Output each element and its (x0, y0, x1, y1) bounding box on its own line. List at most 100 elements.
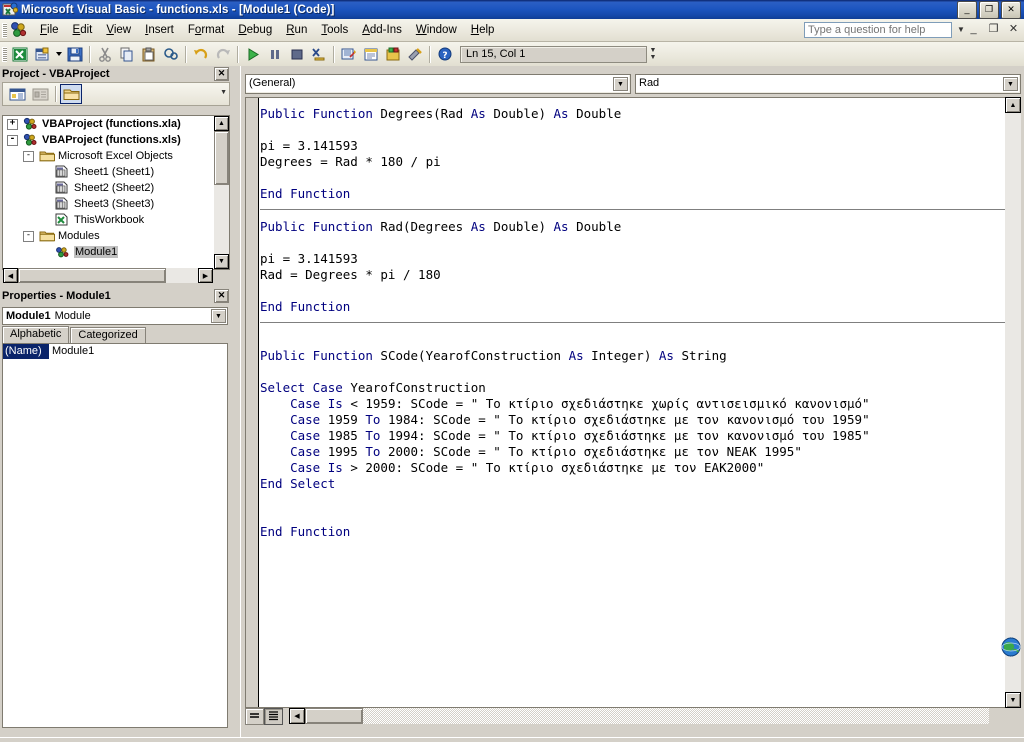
scroll-right-button[interactable]: ▶ (198, 268, 213, 283)
menu-item-add-ins[interactable]: Add-Ins (355, 21, 409, 40)
close-button[interactable]: ✕ (1001, 0, 1021, 19)
menu-item-run[interactable]: Run (279, 21, 314, 40)
code-line[interactable]: Case Is > 2000: SCode = " Το κτίριο σχεδ… (260, 460, 1005, 476)
view-code-icon[interactable] (6, 84, 28, 104)
code-line[interactable] (260, 492, 1005, 508)
menu-item-edit[interactable]: Edit (66, 21, 100, 40)
code-line[interactable]: End Select (260, 476, 1005, 492)
code-line[interactable] (260, 364, 1005, 380)
view-object-icon[interactable] (29, 84, 51, 104)
code-line[interactable]: Public Function SCode(YearofConstruction… (260, 348, 1005, 364)
code-line[interactable]: Public Function Rad(Degrees As Double) A… (260, 219, 1005, 235)
copy-icon[interactable] (116, 44, 138, 65)
tree-item[interactable]: - Modules (3, 228, 229, 244)
tree-item[interactable]: - Microsoft Excel Objects (3, 148, 229, 164)
procedure-view-icon[interactable] (245, 708, 264, 725)
help-icon[interactable]: ? (434, 44, 456, 65)
toolbox-icon[interactable] (404, 44, 426, 65)
properties-object-combo[interactable]: Module1 Module ▼ (2, 307, 228, 325)
save-icon[interactable] (64, 44, 86, 65)
hscroll-thumb[interactable] (18, 268, 166, 283)
menu-item-file[interactable]: File (33, 21, 66, 40)
code-line[interactable]: Public Function Degrees(Rad As Double) A… (260, 106, 1005, 122)
break-icon[interactable] (264, 44, 286, 65)
tree-item[interactable]: - VBAProject (functions.xls) (3, 132, 229, 148)
tree-item[interactable]: Sheet2 (Sheet2) (3, 180, 229, 196)
mdi-minimize-button[interactable]: _ (967, 23, 980, 35)
code-scroll-down-button[interactable]: ▼ (1005, 692, 1021, 708)
procedure-combobox[interactable]: Rad ▼ (635, 74, 1021, 94)
redo-icon[interactable] (212, 44, 234, 65)
scroll-left-button[interactable]: ◀ (3, 268, 18, 283)
expand-icon[interactable]: + (7, 118, 18, 130)
tree-item[interactable]: + VBAProject (functions.xla) (3, 116, 229, 132)
code-text[interactable]: Public Function Degrees(Rad As Double) A… (260, 98, 1005, 707)
full-module-view-icon[interactable] (264, 708, 283, 725)
code-line[interactable]: Case 1985 To 1994: SCode = " Το κτίριο σ… (260, 428, 1005, 444)
code-vertical-scrollbar[interactable]: ▲ ▼ (1005, 97, 1021, 708)
tree-item[interactable]: Sheet3 (Sheet3) (3, 196, 229, 212)
view-excel-icon[interactable] (9, 44, 31, 65)
cut-icon[interactable] (94, 44, 116, 65)
project-tree-vertical-scrollbar[interactable]: ▲ ▼ (214, 116, 229, 269)
code-line[interactable]: End Function (260, 186, 1005, 202)
code-line[interactable] (260, 508, 1005, 524)
code-hscroll-thumb[interactable] (305, 708, 363, 724)
paste-icon[interactable] (138, 44, 160, 65)
tab-categorized[interactable]: Categorized (70, 327, 146, 343)
code-line[interactable] (260, 122, 1005, 138)
properties-close-icon[interactable]: ✕ (214, 288, 229, 303)
insert-dropdown-arrow[interactable] (53, 44, 64, 65)
object-combobox[interactable]: (General) ▼ (245, 74, 631, 94)
toggle-folders-icon[interactable] (60, 84, 82, 104)
menu-item-debug[interactable]: Debug (231, 21, 279, 40)
code-line[interactable] (260, 235, 1005, 251)
project-tree-horizontal-scrollbar[interactable]: ◀ ▶ (3, 268, 213, 283)
code-vscroll-track[interactable] (1005, 113, 1021, 692)
tree-item[interactable]: Module1 (3, 244, 229, 260)
menu-item-tools[interactable]: Tools (314, 21, 355, 40)
code-horizontal-scrollbar[interactable]: ◀ (289, 708, 989, 724)
help-dropdown-arrow[interactable]: ▼ (955, 24, 967, 36)
properties-window-icon[interactable] (360, 44, 382, 65)
menu-item-view[interactable]: View (99, 21, 138, 40)
property-value[interactable]: Module1 (49, 344, 227, 359)
code-line[interactable] (260, 332, 1005, 348)
design-mode-icon[interactable] (308, 44, 330, 65)
menu-item-window[interactable]: Window (409, 21, 464, 40)
code-line[interactable]: Case 1995 To 2000: SCode = " Το κτίριο σ… (260, 444, 1005, 460)
project-toolbar-overflow-button[interactable]: ▼ (220, 89, 227, 96)
code-line[interactable]: Rad = Degrees * pi / 180 (260, 267, 1005, 283)
collapse-icon[interactable]: - (7, 134, 18, 146)
insert-userform-icon[interactable] (31, 44, 53, 65)
property-row[interactable]: (Name) Module1 (3, 344, 227, 360)
code-line[interactable]: Case 1959 To 1984: SCode = " Το κτίριο σ… (260, 412, 1005, 428)
tree-item[interactable]: ThisWorkbook (3, 212, 229, 228)
code-scroll-up-button[interactable]: ▲ (1005, 97, 1021, 113)
project-explorer-icon[interactable] (338, 44, 360, 65)
scroll-up-button[interactable]: ▲ (214, 116, 229, 131)
code-margin-indicator-bar[interactable] (246, 98, 259, 707)
find-icon[interactable] (160, 44, 182, 65)
procedure-combobox-arrow-icon[interactable]: ▼ (1003, 77, 1018, 91)
panel-splitter[interactable] (232, 66, 240, 742)
undo-icon[interactable] (190, 44, 212, 65)
code-line[interactable]: Case Is < 1959: SCode = " Το κτίριο σχεδ… (260, 396, 1005, 412)
code-line[interactable]: Degrees = Rad * 180 / pi (260, 154, 1005, 170)
menu-item-insert[interactable]: Insert (138, 21, 181, 40)
reset-icon[interactable] (286, 44, 308, 65)
code-line[interactable]: Select Case YearofConstruction (260, 380, 1005, 396)
toolbar-grip[interactable] (2, 46, 7, 62)
tab-alphabetic[interactable]: Alphabetic (2, 326, 70, 343)
object-combobox-arrow-icon[interactable]: ▼ (613, 77, 628, 91)
project-explorer-close-icon[interactable]: ✕ (214, 66, 229, 81)
menu-item-format[interactable]: Format (181, 21, 231, 40)
scroll-down-button[interactable]: ▼ (214, 254, 229, 269)
project-tree[interactable]: + VBAProject (functions.xla) - VBAProject (… (2, 115, 230, 270)
code-line[interactable]: End Function (260, 299, 1005, 315)
collapse-icon[interactable]: - (23, 150, 34, 162)
code-hscroll-track[interactable] (363, 708, 989, 724)
mdi-close-button[interactable]: ✕ (1007, 22, 1020, 35)
code-line[interactable]: pi = 3.141593 (260, 251, 1005, 267)
menubar-grip[interactable] (2, 22, 7, 38)
